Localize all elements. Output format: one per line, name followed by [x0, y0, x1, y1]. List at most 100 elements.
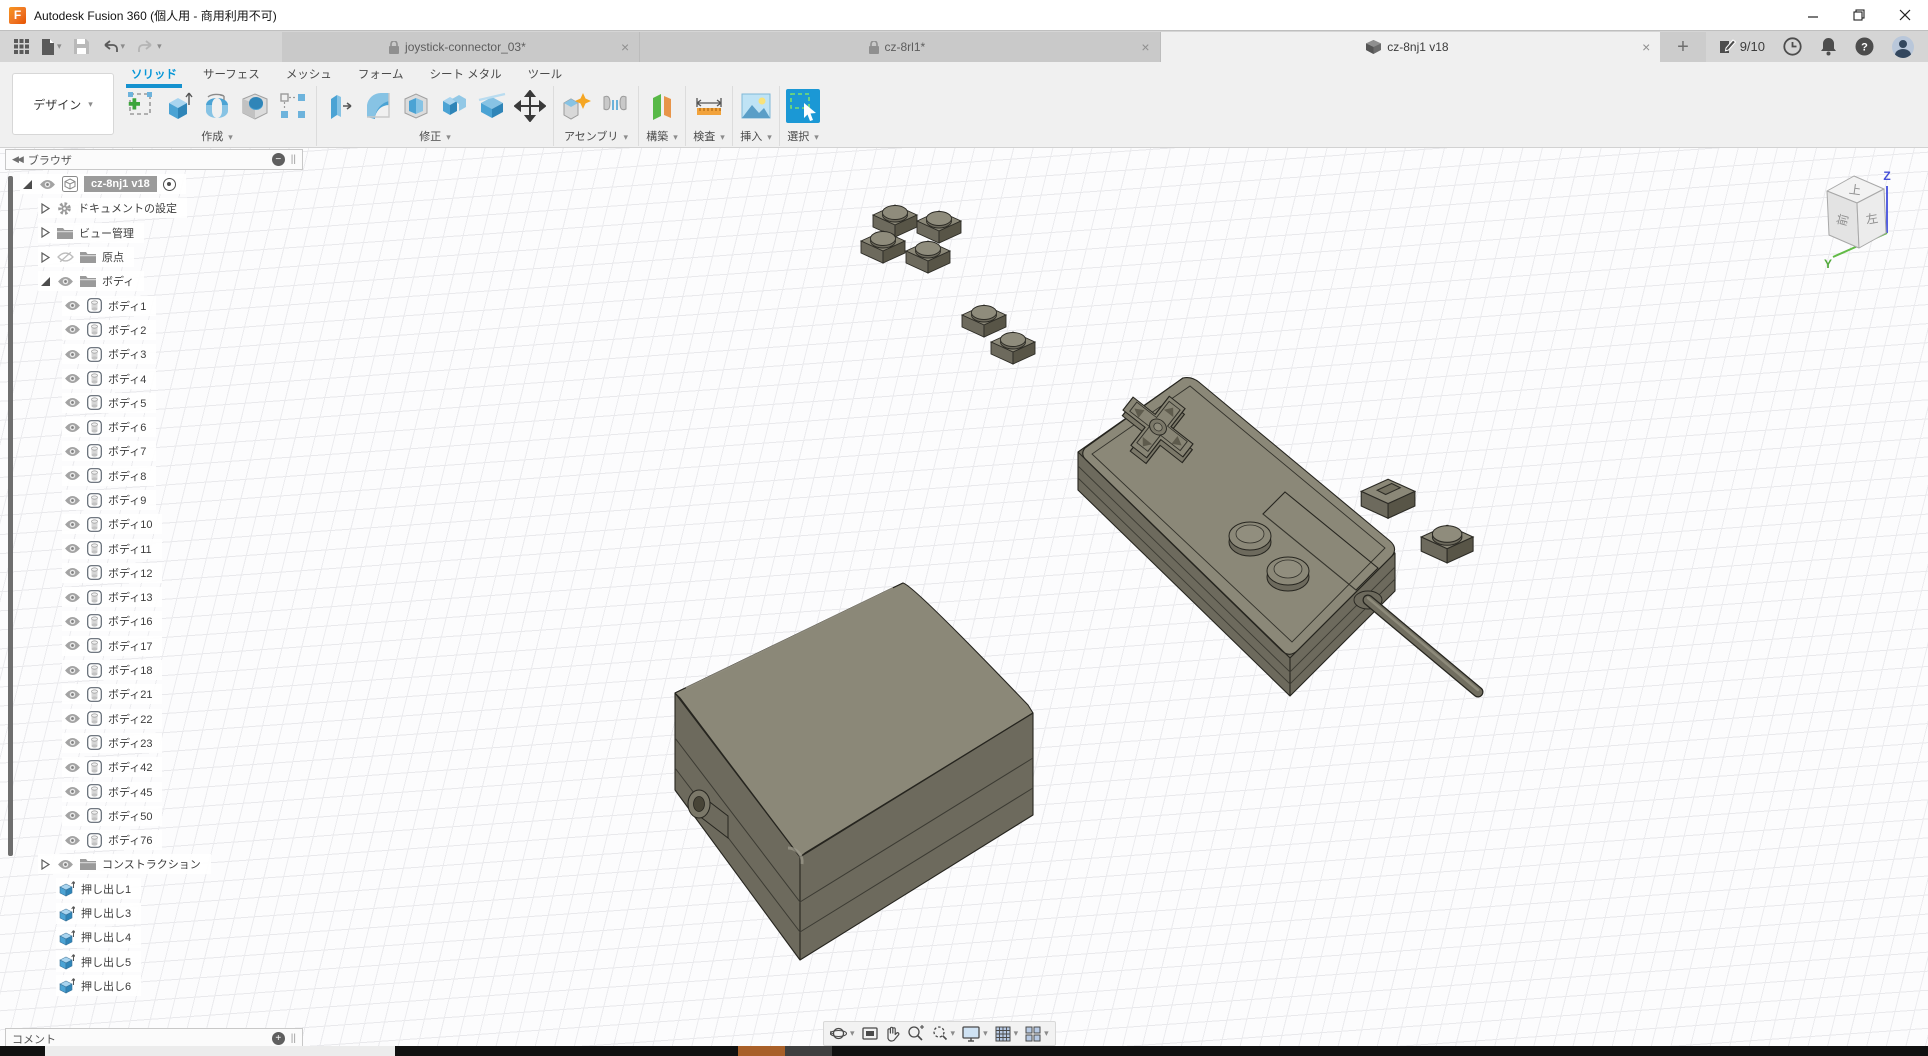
zoom-button[interactable] — [907, 1025, 924, 1042]
app-grid-button[interactable] — [10, 37, 33, 56]
collapsed-caret-icon[interactable] — [40, 252, 51, 263]
visibility-eye-icon[interactable] — [64, 373, 81, 384]
tree-row-body[interactable]: ボディ2 — [62, 318, 211, 342]
redo-button[interactable]: ▾ — [133, 38, 166, 56]
model-button-part[interactable] — [1421, 525, 1473, 563]
shell-button[interactable] — [399, 88, 433, 124]
tree-row-extrude-feature[interactable]: 押し出し3 — [56, 901, 211, 925]
tab-close-icon[interactable]: × — [621, 40, 629, 54]
tab-close-icon[interactable]: × — [1642, 40, 1650, 54]
visibility-eye-icon[interactable] — [64, 324, 81, 335]
pan-button[interactable] — [885, 1026, 900, 1042]
combine-button[interactable] — [437, 88, 471, 124]
visibility-eye-icon[interactable] — [64, 592, 81, 603]
tab-close-icon[interactable]: × — [1141, 40, 1149, 54]
model-cable-rod[interactable] — [1354, 591, 1478, 692]
joint-button[interactable] — [598, 88, 632, 124]
tab-cz-8nj1-active[interactable]: cz-8nj1 v18 × — [1161, 32, 1661, 62]
model-button-b[interactable] — [1267, 557, 1309, 591]
visibility-eye-icon[interactable] — [57, 276, 74, 287]
pattern-button[interactable] — [276, 88, 310, 124]
expanded-caret-icon[interactable] — [22, 179, 33, 190]
activate-component-radio[interactable] — [163, 178, 176, 191]
construct-plane-button[interactable] — [645, 88, 679, 124]
tab-joystick-connector[interactable]: joystick-connector_03* × — [282, 32, 640, 62]
display-settings-button[interactable]: ▾ — [962, 1026, 988, 1042]
restore-button[interactable] — [1836, 0, 1882, 30]
minimize-button[interactable] — [1790, 0, 1836, 30]
panel-grip-icon[interactable]: || — [291, 1033, 296, 1044]
visibility-eye-icon[interactable] — [64, 616, 81, 627]
move-button[interactable] — [513, 88, 547, 124]
tree-row-extrude-feature[interactable]: 押し出し6 — [56, 974, 211, 998]
tree-row-body[interactable]: ボディ8 — [62, 464, 211, 488]
save-button[interactable] — [70, 37, 93, 56]
group-create-label[interactable]: 作成 ▾ — [201, 128, 233, 144]
visibility-eye-icon[interactable] — [64, 349, 81, 360]
visibility-eye-icon[interactable] — [64, 470, 81, 481]
tree-row-root[interactable]: cz-8nj1 v18 — [20, 172, 211, 196]
collapse-panel-icon[interactable]: ◀◀ — [12, 154, 22, 165]
fit-button[interactable]: ▾ — [931, 1025, 956, 1042]
undo-button[interactable]: ▾ — [97, 38, 130, 56]
tree-row-construction[interactable]: コンストラクション — [38, 852, 211, 876]
tree-row-body[interactable]: ボディ13 — [62, 585, 211, 609]
model-enclosure-box[interactable] — [675, 583, 1033, 960]
viewports-button[interactable]: ▾ — [1025, 1026, 1049, 1042]
group-construct-label[interactable]: 構築 ▾ — [646, 128, 678, 144]
model-controller[interactable] — [1078, 378, 1478, 696]
tree-row-body[interactable]: ボディ22 — [62, 707, 211, 731]
tree-row-body[interactable]: ボディ11 — [62, 536, 211, 560]
tree-row-bodies-folder[interactable]: ボディ — [38, 269, 211, 293]
ribbon-tab-sheetmetal[interactable]: シート メタル — [416, 62, 514, 86]
fillet-button[interactable] — [361, 88, 395, 124]
grid-snap-button[interactable]: ▾ — [995, 1026, 1019, 1042]
tree-row-body[interactable]: ボディ4 — [62, 366, 211, 390]
tree-row-body[interactable]: ボディ10 — [62, 512, 211, 536]
group-modify-label[interactable]: 修正 ▾ — [419, 128, 451, 144]
tree-row-body[interactable]: ボディ18 — [62, 658, 211, 682]
notifications-bell-icon[interactable] — [1820, 37, 1837, 56]
visibility-eye-icon[interactable] — [64, 737, 81, 748]
tab-cz-8rl1[interactable]: cz-8rl1* × — [640, 32, 1160, 62]
tree-row-document-settings[interactable]: ドキュメントの設定 — [38, 196, 211, 220]
viewcube[interactable]: Z Y 上 前 左 — [1821, 166, 1916, 276]
visibility-eye-icon[interactable] — [64, 835, 81, 846]
panel-minus-icon[interactable]: − — [272, 153, 285, 166]
orbit-button[interactable]: ▾ — [830, 1025, 855, 1042]
tree-row-body[interactable]: ボディ9 — [62, 488, 211, 512]
select-button[interactable] — [786, 88, 820, 124]
visibility-eye-icon[interactable] — [64, 713, 81, 724]
browser-scrollbar[interactable] — [8, 176, 13, 856]
file-menu-button[interactable]: ▾ — [37, 37, 66, 57]
ribbon-tab-solid[interactable]: ソリッド — [118, 62, 190, 86]
tree-row-body[interactable]: ボディ7 — [62, 439, 211, 463]
visibility-eye-icon[interactable] — [64, 689, 81, 700]
visibility-eye-icon[interactable] — [64, 665, 81, 676]
tree-row-body[interactable]: ボディ23 — [62, 731, 211, 755]
job-status-icon[interactable] — [1783, 37, 1802, 56]
add-comment-icon[interactable]: + — [272, 1032, 285, 1045]
visibility-eye-icon[interactable] — [64, 397, 81, 408]
group-inspect-label[interactable]: 検査 ▾ — [693, 128, 725, 144]
collapsed-caret-icon[interactable] — [40, 203, 51, 214]
help-icon[interactable]: ? — [1855, 37, 1874, 56]
tree-row-body[interactable]: ボディ6 — [62, 415, 211, 439]
visibility-eye-icon[interactable] — [39, 179, 56, 190]
ribbon-tab-tools[interactable]: ツール — [515, 62, 576, 86]
tree-row-body[interactable]: ボディ3 — [62, 342, 211, 366]
workspace-selector[interactable]: デザイン ▾ — [12, 73, 114, 135]
root-component-label[interactable]: cz-8nj1 v18 — [84, 176, 157, 192]
group-select-label[interactable]: 選択 ▾ — [787, 128, 819, 144]
browser-panel-header[interactable]: ◀◀ ブラウザ − || — [5, 149, 303, 170]
create-sketch-button[interactable] — [124, 88, 158, 124]
ribbon-tab-form[interactable]: フォーム — [345, 62, 417, 86]
visibility-eye-icon[interactable] — [64, 495, 81, 506]
tree-row-extrude-feature[interactable]: 押し出し1 — [56, 877, 211, 901]
ribbon-tab-mesh[interactable]: メッシュ — [273, 62, 345, 86]
tree-row-body[interactable]: ボディ1 — [62, 293, 211, 317]
model-button-parts-pair[interactable] — [962, 305, 1035, 364]
tree-row-body[interactable]: ボディ16 — [62, 609, 211, 633]
insert-button[interactable] — [739, 88, 773, 124]
collapsed-caret-icon[interactable] — [40, 227, 51, 238]
